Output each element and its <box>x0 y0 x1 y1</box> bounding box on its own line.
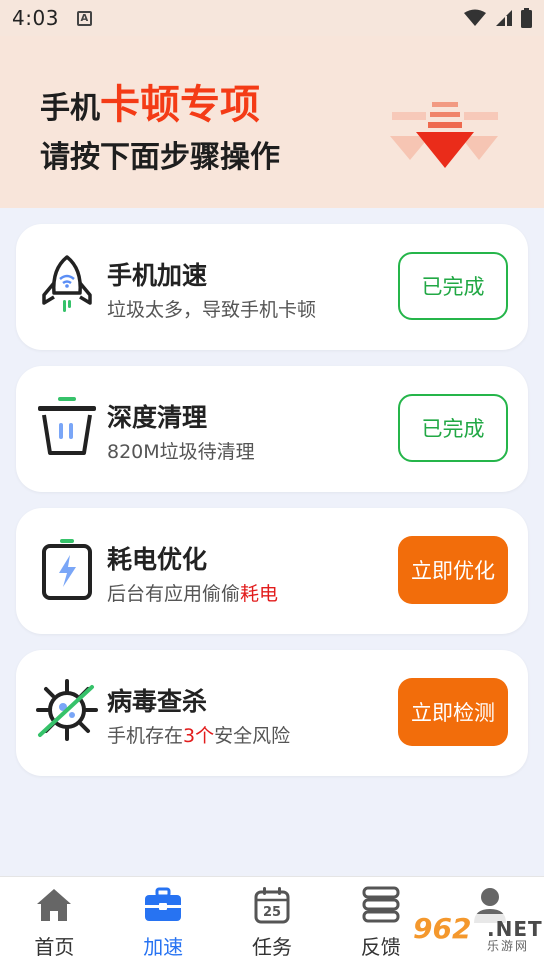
card-subtitle: 垃圾太多，导致手机卡顿 <box>107 299 317 321</box>
card-subtitle-suffix: 安全风险 <box>214 725 291 747</box>
calendar-day: 25 <box>263 905 281 920</box>
trash-icon <box>38 397 96 455</box>
card-subtitle-highlight: 3个 <box>183 725 215 747</box>
toolbox-icon <box>145 887 182 921</box>
card-subtitle-prefix: 手机存在 <box>107 725 184 747</box>
watermark-logo: 962 .NET 乐游网 <box>405 912 544 956</box>
notification-a-icon: A <box>76 10 92 26</box>
calendar-icon: 25 <box>254 887 290 924</box>
tab-tasks[interactable]: 25 任务 <box>218 877 327 968</box>
status-indicators <box>463 8 532 28</box>
home-icon <box>37 889 72 921</box>
battery-icon <box>42 539 92 600</box>
completed-button[interactable]: 已完成 <box>398 252 508 320</box>
tab-label: 任务 <box>251 935 292 959</box>
card-subtitle: 后台有应用偷偷耗电 <box>107 579 278 606</box>
watermark-number: 962 <box>413 912 472 945</box>
card-title: 耗电优化 <box>107 545 208 574</box>
card-title: 病毒查杀 <box>107 687 208 716</box>
tab-home[interactable]: 首页 <box>0 877 109 968</box>
wifi-icon <box>464 9 486 26</box>
watermark-subtitle: 乐游网 <box>487 939 530 953</box>
hero-title: 手机卡顿专项 <box>40 72 260 130</box>
tab-label: 反馈 <box>360 935 401 959</box>
card-subtitle-highlight: 耗电 <box>240 583 279 605</box>
optimize-now-button[interactable]: 立即优化 <box>398 536 508 604</box>
card-subtitle-prefix: 后台有应用偷偷 <box>107 583 241 605</box>
card-battery-optimize: 耗电优化 后台有应用偷偷耗电 立即优化 <box>16 508 528 634</box>
signal-icon <box>496 10 512 26</box>
hero-title-prefix: 手机 <box>40 91 100 126</box>
card-virus-scan: 病毒查杀 手机存在3个安全风险 立即检测 <box>16 650 528 776</box>
scan-now-button[interactable]: 立即检测 <box>398 678 508 746</box>
card-subtitle: 820M垃圾待清理 <box>107 441 255 463</box>
status-bar: 4:03 A <box>0 0 544 36</box>
card-subtitle: 手机存在3个安全风险 <box>107 721 290 748</box>
card-deep-clean: 深度清理 820M垃圾待清理 已完成 <box>16 366 528 492</box>
card-title: 深度清理 <box>107 403 208 432</box>
tab-label: 首页 <box>34 935 75 959</box>
battery-status-icon <box>521 8 532 28</box>
virus-icon <box>36 679 98 741</box>
server-icon <box>362 886 400 923</box>
card-title: 手机加速 <box>107 261 208 290</box>
status-time: 4:03 <box>12 6 59 30</box>
hero-banner: 手机卡顿专项 请按下面步骤操作 <box>0 36 544 208</box>
hero-title-highlight: 卡顿专项 <box>100 82 260 128</box>
tab-label: 加速 <box>143 935 184 959</box>
hero-subtitle: 请按下面步骤操作 <box>40 140 280 175</box>
down-arrow-icon <box>390 102 498 168</box>
rocket-icon <box>42 255 92 312</box>
completed-button[interactable]: 已完成 <box>398 394 508 462</box>
card-phone-speedup: 手机加速 垃圾太多，导致手机卡顿 已完成 <box>16 224 528 350</box>
tab-speedup[interactable]: 加速 <box>109 877 218 968</box>
